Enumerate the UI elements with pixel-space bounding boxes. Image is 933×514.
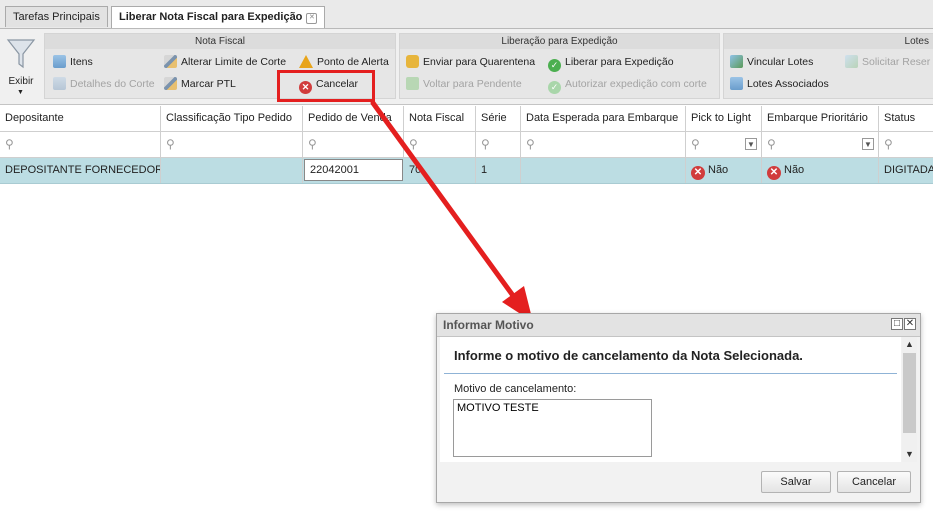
exibir-button[interactable]: Exibir ▼ — [4, 33, 38, 99]
solicitar-reserva-button[interactable]: Solicitar Reser — [845, 53, 930, 71]
detalhes-corte-button[interactable]: Detalhes do Corte — [53, 75, 155, 93]
back-arrow-icon — [406, 77, 419, 90]
dialog-titlebar[interactable]: Informar Motivo □ ✕ — [437, 314, 920, 337]
group-title: Liberação para Expedição — [400, 34, 719, 49]
dialog-heading: Informe o motivo de cancelamento da Nota… — [454, 348, 803, 363]
cell-nota-fiscal: 70 — [404, 158, 476, 183]
no-x-icon: ✕ — [691, 166, 705, 180]
search-icon: ⚲ — [5, 137, 14, 151]
dialog-title: Informar Motivo — [443, 318, 534, 332]
tab-bar: Tarefas Principais Liberar Nota Fiscal p… — [0, 0, 933, 29]
search-icon: ⚲ — [481, 137, 490, 151]
cell-data-esperada — [521, 158, 686, 183]
liberar-expedicao-button[interactable]: ✓ Liberar para Expedição — [548, 53, 674, 72]
lots-icon — [730, 77, 743, 90]
tab-tarefas-principais[interactable]: Tarefas Principais — [5, 6, 108, 27]
filter-funnel-icon — [6, 39, 36, 69]
column-header-embarque-prioritario[interactable]: Embarque Prioritário — [762, 106, 879, 131]
ponto-alerta-button[interactable]: Ponto de Alerta — [299, 53, 389, 71]
grid-header-row: Depositante Classificação Tipo Pedido Pe… — [0, 106, 933, 132]
filter-status[interactable]: ⚲ — [879, 132, 933, 157]
group-liberacao-expedicao: Liberação para Expedição Enviar para Qua… — [399, 33, 720, 99]
link-lots-icon — [730, 55, 743, 68]
scroll-up-icon[interactable]: ▲ — [902, 339, 917, 349]
filter-depositante[interactable]: ⚲ — [0, 132, 161, 157]
filter-embarque-prioritario[interactable]: ⚲ ▼ — [762, 132, 879, 157]
search-icon: ⚲ — [526, 137, 535, 151]
close-tab-icon[interactable]: ✕ — [306, 13, 318, 24]
filter-pedido-venda[interactable]: ⚲ — [303, 132, 404, 157]
column-header-data-esperada[interactable]: Data Esperada para Embarque — [521, 106, 686, 131]
scroll-down-icon[interactable]: ▼ — [902, 449, 917, 459]
search-icon: ⚲ — [767, 137, 776, 151]
cell-depositante: DEPOSITANTE FORNECEDOR B — [0, 158, 161, 183]
column-header-depositante[interactable]: Depositante — [0, 106, 161, 131]
filter-serie[interactable]: ⚲ — [476, 132, 521, 157]
scrollbar-thumb[interactable] — [903, 353, 916, 433]
tab-liberar-nota-fiscal[interactable]: Liberar Nota Fiscal para Expedição ✕ — [111, 6, 326, 28]
annotation-highlight-box — [277, 70, 375, 102]
lotes-associados-button[interactable]: Lotes Associados — [730, 75, 829, 93]
motivo-cancelamento-field[interactable]: MOTIVO TESTE — [453, 399, 652, 457]
column-header-serie[interactable]: Série — [476, 106, 521, 131]
search-icon: ⚲ — [409, 137, 418, 151]
check-icon: ✓ — [548, 81, 561, 94]
dialog-scrollbar[interactable]: ▲ ▼ — [902, 337, 917, 462]
filter-pick-to-light[interactable]: ⚲ ▼ — [686, 132, 762, 157]
group-title: Nota Fiscal — [45, 34, 395, 49]
group-lotes: Lotes Vincular Lotes Lotes Associados So… — [723, 33, 933, 99]
filter-classificacao[interactable]: ⚲ — [161, 132, 303, 157]
alterar-limite-button[interactable]: Alterar Limite de Corte — [164, 53, 286, 71]
search-icon: ⚲ — [691, 137, 700, 151]
items-icon — [53, 55, 66, 68]
voltar-pendente-button[interactable]: Voltar para Pendente — [406, 75, 522, 93]
cell-pick-to-light: ✕ Não — [686, 158, 762, 183]
column-header-nota-fiscal[interactable]: Nota Fiscal — [404, 106, 476, 131]
cancelar-button[interactable]: Cancelar — [837, 471, 911, 493]
enviar-quarentena-button[interactable]: Enviar para Quarentena — [406, 53, 535, 71]
edit-icon — [164, 77, 177, 90]
chevron-down-icon: ▼ — [17, 89, 24, 96]
table-row[interactable]: DEPOSITANTE FORNECEDOR B 22042001 70 1 ✕… — [0, 158, 933, 184]
search-icon: ⚲ — [308, 137, 317, 151]
no-x-icon: ✕ — [767, 166, 781, 180]
column-header-pedido-venda[interactable]: Pedido de Venda — [303, 106, 404, 131]
cell-classificacao — [161, 158, 303, 183]
chevron-down-icon[interactable]: ▼ — [862, 138, 874, 150]
divider — [444, 373, 897, 374]
filter-nota-fiscal[interactable]: ⚲ — [404, 132, 476, 157]
column-header-status[interactable]: Status — [879, 106, 933, 131]
ribbon-toolbar: Exibir ▼ Nota Fiscal Itens Detalhes do C… — [0, 29, 933, 105]
edit-icon — [164, 55, 177, 68]
informar-motivo-dialog: Informar Motivo □ ✕ Informe o motivo de … — [436, 313, 921, 503]
column-header-classificacao[interactable]: Classificação Tipo Pedido — [161, 106, 303, 131]
chevron-down-icon[interactable]: ▼ — [745, 138, 757, 150]
check-icon: ✓ — [548, 59, 561, 72]
warning-icon — [299, 55, 313, 68]
salvar-button[interactable]: Salvar — [761, 471, 831, 493]
cell-serie: 1 — [476, 158, 521, 183]
cell-embarque-prioritario: ✕ Não — [762, 158, 879, 183]
motivo-label: Motivo de cancelamento: — [454, 383, 577, 395]
grid-filter-row: ⚲ ⚲ ⚲ ⚲ ⚲ ⚲ ⚲ ▼ ⚲ ▼ ⚲ — [0, 132, 933, 158]
group-title: Lotes — [724, 34, 933, 49]
details-icon — [53, 77, 66, 90]
column-header-pick-to-light[interactable]: Pick to Light — [686, 106, 762, 131]
cell-pedido-venda[interactable]: 22042001 — [304, 159, 403, 181]
reserve-icon — [845, 55, 858, 68]
marcar-ptl-button[interactable]: Marcar PTL — [164, 75, 236, 93]
autorizar-corte-button[interactable]: ✓ Autorizar expedição com corte — [548, 75, 707, 94]
filter-data-esperada[interactable]: ⚲ — [521, 132, 686, 157]
lock-icon — [406, 55, 419, 68]
search-icon: ⚲ — [884, 137, 893, 151]
cell-status: DIGITADA — [884, 164, 933, 176]
dialog-body: Informe o motivo de cancelamento da Nota… — [440, 337, 901, 462]
vincular-lotes-button[interactable]: Vincular Lotes — [730, 53, 813, 71]
search-icon: ⚲ — [166, 137, 175, 151]
itens-button[interactable]: Itens — [53, 53, 93, 71]
maximize-icon[interactable]: □ — [891, 318, 903, 330]
close-icon[interactable]: ✕ — [904, 318, 916, 330]
